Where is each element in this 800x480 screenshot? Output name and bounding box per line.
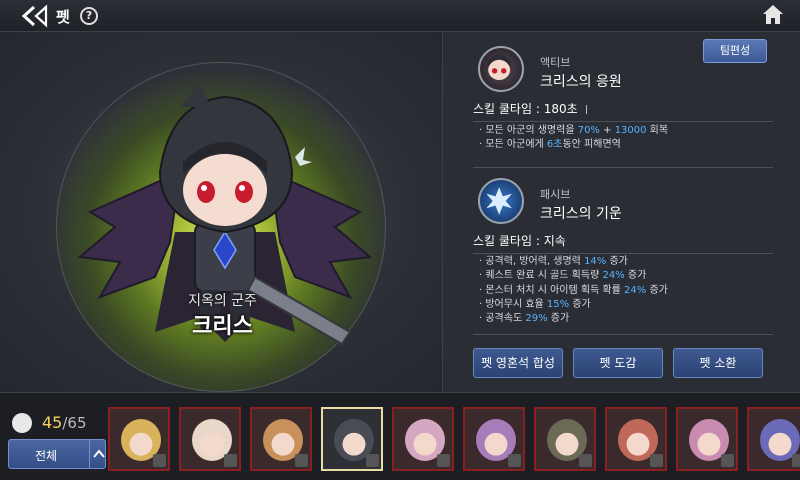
pet-subtitle: 지옥의 군주 xyxy=(188,293,257,309)
pet-count-current: 45 xyxy=(42,413,63,432)
section-divider xyxy=(473,334,773,335)
pet-slot[interactable] xyxy=(605,407,667,471)
pet-slot[interactable] xyxy=(108,407,170,471)
pet-character-illustration xyxy=(77,82,373,346)
lock-icon xyxy=(437,454,450,467)
passive-skill-line: · 몬스터 처치 시 아이템 획득 확률 24% 증가 xyxy=(479,284,668,296)
lock-icon xyxy=(224,454,237,467)
filter-label: 전체 xyxy=(35,449,58,463)
lock-icon xyxy=(295,454,308,467)
filter-dropdown[interactable]: 전체 xyxy=(8,439,106,469)
pet-slot-selected[interactable] xyxy=(321,407,383,471)
back-button[interactable] xyxy=(20,4,50,28)
passive-skill-description: · 공격력, 방어력, 생명력 14% 증가 · 퀘스트 완료 시 골드 획득량… xyxy=(479,255,668,326)
lock-icon xyxy=(650,454,663,467)
section-divider xyxy=(473,167,773,168)
cooldown-value: 지속 xyxy=(543,234,566,248)
lock-icon xyxy=(366,454,379,467)
active-skill-description: · 모든 아군의 생명력을 70% + 13000 회복 · 모든 아군에게 6… xyxy=(479,124,668,153)
pet-name: 크리스 xyxy=(192,314,253,339)
pet-slot[interactable] xyxy=(250,407,312,471)
pet-collection-bar: 45/65 전체 xyxy=(0,392,800,480)
pet-summon-button[interactable]: 펫 소환 xyxy=(673,348,763,378)
passive-skill-icon xyxy=(478,178,524,224)
home-icon xyxy=(763,5,783,24)
lock-icon xyxy=(153,454,166,467)
passive-skill-line: · 공격력, 방어력, 생명력 14% 증가 xyxy=(479,256,628,267)
passive-skill-line: · 방어무시 효율 15% 증가 xyxy=(479,298,591,310)
pet-count: 45/65 xyxy=(42,413,87,432)
active-skill-line: · 모든 아군의 생명력을 70% + 13000 회복 xyxy=(479,125,669,136)
passive-skill-cooldown: 스킬 쿨타임 : 지속 xyxy=(473,232,773,254)
passive-skill-line: · 퀘스트 완료 시 골드 획득량 24% 증가 xyxy=(479,270,647,282)
help-button[interactable]: ? xyxy=(80,7,98,25)
passive-skill-line: · 공격속도 29% 증가 xyxy=(479,313,570,325)
pet-codex-button[interactable]: 펫 도감 xyxy=(573,348,663,378)
pet-slot[interactable] xyxy=(747,407,800,471)
chevron-up-icon xyxy=(89,440,107,468)
back-arrow-icon xyxy=(21,4,48,28)
lock-icon xyxy=(508,454,521,467)
active-skill-icon xyxy=(478,46,524,92)
pet-stage: 지옥의 군주 크리스 xyxy=(0,32,445,392)
cooldown-divider xyxy=(585,105,587,114)
home-button[interactable] xyxy=(760,2,786,28)
skill-panel: 팀편성 액티브 크리스의 응원 스킬 쿨타임 : 180초 · 모든 아군의 생… xyxy=(442,32,800,392)
top-bar: 펫 ? xyxy=(0,0,800,32)
pet-count-max: 65 xyxy=(67,414,87,432)
active-skill-line: · 모든 아군에게 6초동안 피해면역 xyxy=(479,139,621,151)
cooldown-label: 스킬 쿨타임 : xyxy=(473,234,540,248)
pet-slot[interactable] xyxy=(179,407,241,471)
pet-slot[interactable] xyxy=(392,407,454,471)
pet-slot[interactable] xyxy=(463,407,525,471)
pet-slot[interactable] xyxy=(534,407,596,471)
cooldown-value: 180초 xyxy=(543,102,578,116)
passive-skill-name: 크리스의 기운 xyxy=(540,206,622,222)
lock-icon xyxy=(579,454,592,467)
soulstone-fusion-button[interactable]: 펫 영혼석 합성 xyxy=(473,348,563,378)
lock-icon xyxy=(721,454,734,467)
active-skill-cooldown: 스킬 쿨타임 : 180초 xyxy=(473,100,773,122)
passive-skill-type: 패시브 xyxy=(540,188,571,201)
pet-paw-icon xyxy=(12,413,32,433)
lock-icon xyxy=(792,454,800,467)
pet-slot[interactable] xyxy=(676,407,738,471)
active-skill-name: 크리스의 응원 xyxy=(540,74,622,90)
team-formation-button[interactable]: 팀편성 xyxy=(703,39,767,63)
active-skill-type: 액티브 xyxy=(540,56,571,69)
cooldown-label: 스킬 쿨타임 : xyxy=(473,102,540,116)
page-title: 펫 xyxy=(56,8,70,26)
